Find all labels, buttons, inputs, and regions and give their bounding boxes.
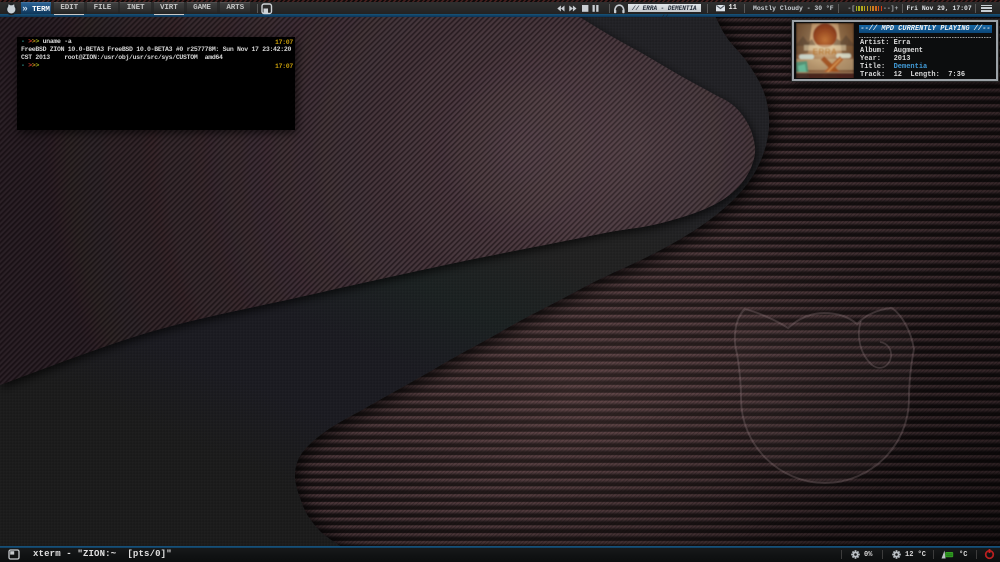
- svg-text:ERRA: ERRA: [813, 48, 838, 57]
